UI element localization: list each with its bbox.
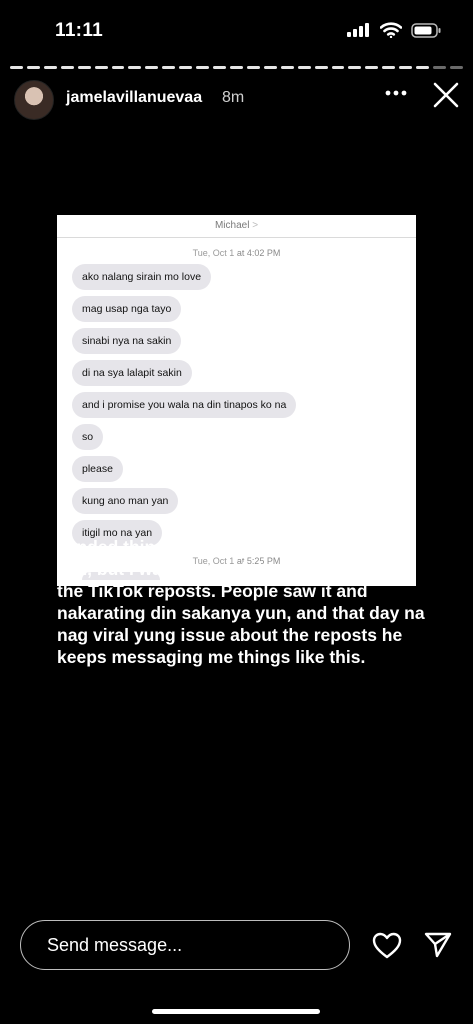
status-time: 11:11 (55, 20, 103, 41)
send-message-input[interactable] (45, 921, 339, 969)
message-bubble: and i promise you wala na din tinapos ko… (72, 392, 297, 418)
message-row: so (57, 424, 416, 456)
reply-bar (0, 898, 473, 1024)
message-bubble: sinabi nya na sakin (72, 328, 182, 354)
progress-segment (297, 66, 311, 69)
avatar[interactable] (14, 80, 54, 120)
message-screenshot: Michael > Tue, Oct 1 at 4:02 PM ako nala… (57, 215, 416, 586)
battery-icon (411, 22, 441, 38)
message-bubble: so (72, 424, 104, 450)
heart-icon[interactable] (372, 932, 402, 959)
message-row: di na sya lalapit sakin (57, 360, 416, 392)
status-icons (347, 22, 441, 38)
message-row: ako nalang sirain mo love (57, 264, 416, 296)
signal-icon (347, 23, 369, 37)
story-progress-bar (10, 66, 463, 69)
progress-segment (128, 66, 142, 69)
story-caption: I ended things with him as peacefully as… (57, 537, 425, 667)
message-row: sinabi nya na sakin (57, 328, 416, 360)
message-bubble: di na sya lalapit sakin (72, 360, 192, 386)
progress-segment (365, 66, 379, 69)
progress-segment (331, 66, 345, 69)
send-icon[interactable] (424, 932, 452, 958)
screenshot-timestamp: Tue, Oct 1 at 4:02 PM (57, 248, 416, 258)
close-icon[interactable] (433, 82, 459, 108)
message-bubble: kung ano man yan (72, 488, 179, 514)
home-indicator[interactable] (152, 1009, 320, 1014)
story-header: jamelavillanuevaa 8m (14, 78, 459, 122)
progress-segment (263, 66, 277, 69)
progress-segment (382, 66, 396, 69)
progress-segment (162, 66, 176, 69)
progress-segment (60, 66, 74, 69)
screenshot-contact-header: Michael > (57, 215, 416, 238)
story-username[interactable]: jamelavillanuevaa (66, 89, 202, 107)
timestamp-day: Tue, Oct 1 (192, 248, 235, 258)
progress-segment (348, 66, 362, 69)
progress-segment (416, 66, 430, 69)
progress-segment (449, 66, 463, 69)
progress-segment (145, 66, 159, 69)
message-row: and i promise you wala na din tinapos ko… (57, 392, 416, 424)
timestamp-time: at 4:02 PM (236, 248, 281, 258)
progress-segment (10, 66, 23, 69)
progress-segment (280, 66, 294, 69)
story-viewer[interactable]: jamelavillanuevaa 8m Michael > Tue, Oct … (0, 58, 473, 898)
progress-segment (314, 66, 328, 69)
message-bubble: ako nalang sirain mo love (72, 264, 212, 290)
message-row: kung ano man yan (57, 488, 416, 520)
progress-segment (43, 66, 57, 69)
progress-segment (77, 66, 91, 69)
progress-segment (246, 66, 260, 69)
message-list: ako nalang sirain mo love mag usap nga ta… (57, 264, 416, 552)
message-bubble: mag usap nga tayo (72, 296, 182, 322)
progress-segment (399, 66, 413, 69)
progress-segment (179, 66, 193, 69)
progress-segment (433, 66, 446, 69)
message-row: please (57, 456, 416, 488)
send-message-field[interactable] (20, 920, 350, 970)
progress-segment (229, 66, 243, 69)
story-time-ago: 8m (222, 89, 245, 106)
contact-chevron-icon: > (252, 220, 259, 231)
progress-segment (26, 66, 40, 69)
more-icon[interactable] (385, 90, 407, 96)
screenshot-contact-name: Michael (214, 220, 250, 231)
progress-segment (111, 66, 125, 69)
status-bar: 11:11 (0, 0, 473, 60)
progress-segment (213, 66, 226, 69)
progress-segment (94, 66, 108, 69)
progress-segment (196, 66, 210, 69)
wifi-icon (380, 22, 402, 38)
message-row: mag usap nga tayo (57, 296, 416, 328)
message-bubble: please (72, 456, 123, 482)
